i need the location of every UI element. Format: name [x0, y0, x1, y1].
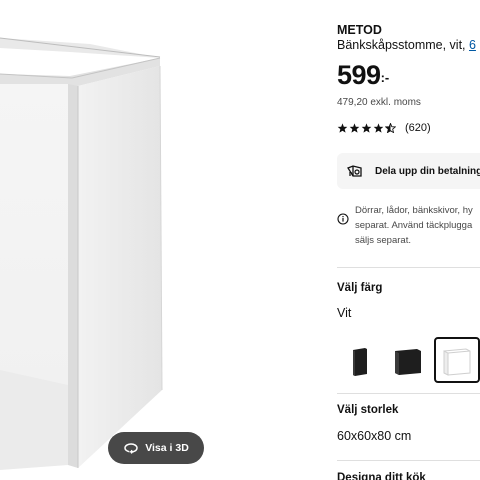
- divider: [337, 267, 480, 268]
- color-swatch-black-small[interactable]: [337, 337, 383, 383]
- installment-label: Dela upp din betalning: [375, 165, 480, 177]
- notice-line: säljs separat.: [355, 235, 411, 246]
- color-swatch-white-selected[interactable]: [434, 337, 480, 383]
- info-circle-icon: [337, 213, 349, 225]
- star-icon: [337, 123, 348, 133]
- product-description: Bänkskåpsstomme, vit, 6: [337, 38, 476, 52]
- notice-line: Dörrar, lådor, bänkskivor, hy: [355, 205, 473, 216]
- color-section-title: Välj färg: [337, 282, 383, 294]
- selected-size[interactable]: 60x60x80 cm: [337, 429, 411, 443]
- assembly-notice: Dörrar, lådor, bänkskivor, hy separat. A…: [337, 203, 480, 248]
- notice-text: Dörrar, lådor, bänkskivor, hy separat. A…: [355, 203, 473, 248]
- product-size-link[interactable]: 6: [469, 38, 476, 52]
- cabinet-black-thumbnail: [353, 348, 367, 376]
- star-icon: [361, 123, 372, 133]
- divider: [337, 393, 480, 394]
- review-count: (620): [405, 122, 431, 134]
- price-suffix: :-: [380, 70, 390, 85]
- product-description-text: Bänkskåpsstomme, vit,: [337, 38, 469, 52]
- star-icon: [373, 123, 384, 133]
- installment-payment-card[interactable]: Dela upp din betalning: [337, 153, 480, 189]
- product-brand: METOD: [337, 23, 382, 37]
- divider: [337, 460, 480, 461]
- star-icon: [349, 123, 360, 133]
- product-info-panel: METOD Bänkskåpsstomme, vit, 6 599:- 479,…: [337, 0, 480, 480]
- color-swatch-black[interactable]: [385, 337, 431, 383]
- size-section-title: Välj storlek: [337, 404, 399, 416]
- design-section-title[interactable]: Designa ditt kök: [337, 472, 426, 480]
- product-rating[interactable]: (620): [337, 122, 431, 134]
- view-3d-label: Visa i 3D: [145, 442, 189, 454]
- view-3d-button[interactable]: Visa i 3D: [108, 432, 204, 464]
- price-amount: 599: [337, 60, 381, 90]
- cabinet-illustration: [0, 37, 163, 470]
- price-excl-vat: 479,20 exkl. moms: [337, 97, 421, 108]
- rating-stars: [337, 123, 396, 133]
- selected-color: Vit: [337, 306, 352, 320]
- cabinet-black-thumbnail: [395, 349, 421, 375]
- product-image[interactable]: Visa i 3D: [0, 0, 316, 480]
- product-price: 599:-: [337, 60, 389, 91]
- notice-line: separat. Använd täckplugga: [355, 220, 473, 231]
- star-half-icon: [385, 123, 396, 133]
- rotate-3d-icon: [124, 443, 138, 454]
- klarna-installments-icon: [347, 165, 362, 177]
- cabinet-white-thumbnail: [443, 348, 471, 376]
